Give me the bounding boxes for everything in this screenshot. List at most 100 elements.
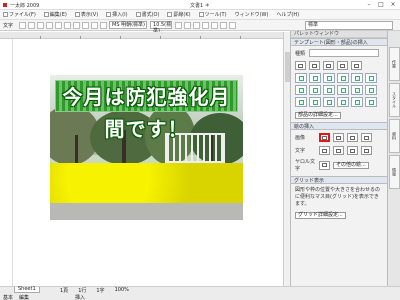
- section-grid[interactable]: グリッド表示: [291, 176, 387, 184]
- template-tab-shape[interactable]: [295, 61, 306, 70]
- template-grid: [291, 71, 387, 109]
- tab-reference[interactable]: 資料: [389, 119, 400, 153]
- menu-format[interactable]: 書式(O): [135, 11, 159, 18]
- template-item[interactable]: [323, 85, 335, 95]
- insert-image-clip-button[interactable]: [347, 133, 358, 142]
- insert-image-frame-button[interactable]: [333, 133, 344, 142]
- horizontal-ruler: [0, 32, 283, 39]
- section-image-insert[interactable]: 絵の挿入: [291, 122, 387, 130]
- template-item[interactable]: [295, 97, 307, 107]
- maximize-icon[interactable]: □: [376, 1, 386, 9]
- insert-image-scan-button[interactable]: [361, 133, 372, 142]
- ruled-line-menu-icon: [167, 12, 173, 17]
- style-select[interactable]: 標準: [305, 21, 393, 30]
- font-size-select[interactable]: 10.5(標準): [150, 21, 173, 34]
- template-tab-frame[interactable]: [309, 61, 320, 70]
- insert-text-frame-button[interactable]: [333, 146, 344, 155]
- template-item[interactable]: [309, 97, 321, 107]
- menu-file[interactable]: ファイル(F): [3, 11, 36, 18]
- toolbar-mode-label: 文字: [3, 22, 14, 29]
- template-item[interactable]: [323, 73, 335, 83]
- mode-edit[interactable]: 編集: [19, 294, 29, 300]
- menu-view[interactable]: 表示(V): [74, 11, 98, 18]
- edit-menu-icon: [43, 12, 49, 17]
- align-center-icon[interactable]: [211, 21, 219, 29]
- copy-icon[interactable]: [64, 21, 72, 29]
- other-image-button[interactable]: その他の絵...: [333, 161, 369, 169]
- part-settings-button[interactable]: 部品の詳細設定...: [295, 112, 341, 119]
- template-tab-line[interactable]: [323, 61, 334, 70]
- insert-text-vertical-button[interactable]: [347, 146, 358, 155]
- category-row: 種類: [291, 46, 387, 60]
- template-item[interactable]: [351, 73, 363, 83]
- image-row-label: 画像: [295, 135, 306, 141]
- insert-text-horizontal-button[interactable]: [361, 146, 372, 155]
- redo-icon[interactable]: [91, 21, 99, 29]
- close-icon[interactable]: ×: [388, 1, 398, 9]
- new-document-icon[interactable]: [19, 21, 27, 29]
- template-item[interactable]: [309, 85, 321, 95]
- menu-window[interactable]: ウィンドウ(W): [235, 11, 269, 18]
- insert-text-art-button[interactable]: [319, 146, 330, 155]
- file-menu-icon: [3, 12, 8, 17]
- save-icon[interactable]: [37, 21, 45, 29]
- undo-icon[interactable]: [82, 21, 90, 29]
- template-item[interactable]: [337, 85, 349, 95]
- align-left-icon[interactable]: [202, 21, 210, 29]
- menu-bar: ファイル(F) 編集(E) 表示(V) 挿入(I) 書式(O) 罫線(K) ツー…: [0, 10, 400, 20]
- photo-trunk: [75, 135, 78, 165]
- template-item[interactable]: [337, 97, 349, 107]
- headline-banner[interactable]: 今月は防犯強化月間です！: [55, 80, 238, 141]
- template-item[interactable]: [309, 73, 321, 83]
- template-item[interactable]: [365, 85, 377, 95]
- mode-basic[interactable]: 基本: [3, 294, 13, 300]
- cut-icon[interactable]: [55, 21, 63, 29]
- text-row: 文字: [291, 145, 387, 156]
- grid-settings-row: グリッド詳細設定...: [291, 211, 387, 220]
- color-icon[interactable]: [229, 21, 237, 29]
- tab-style[interactable]: スタイル: [389, 83, 400, 117]
- grid-settings-button[interactable]: グリッド詳細設定...: [295, 212, 346, 219]
- print-icon[interactable]: [46, 21, 54, 29]
- italic-icon[interactable]: [184, 21, 192, 29]
- template-tab-arrow[interactable]: [337, 61, 348, 70]
- template-item[interactable]: [365, 73, 377, 83]
- font-select[interactable]: MS 明朝(標準): [109, 21, 148, 29]
- open-icon[interactable]: [28, 21, 36, 29]
- template-item[interactable]: [323, 97, 335, 107]
- document-title: 文書1 ＊: [190, 3, 210, 9]
- template-item[interactable]: [295, 85, 307, 95]
- template-tab-callout[interactable]: [351, 61, 362, 70]
- table-icon[interactable]: [100, 21, 108, 29]
- minimize-icon[interactable]: –: [364, 1, 374, 9]
- app-window: 一太郎 2009 文書1 ＊ – □ × ファイル(F) 編集(E) 表示(V)…: [0, 0, 400, 300]
- paste-icon[interactable]: [73, 21, 81, 29]
- bold-icon[interactable]: [175, 21, 183, 29]
- image-row: 画像: [291, 130, 387, 145]
- insert-image-button[interactable]: [319, 133, 330, 142]
- template-item[interactable]: [337, 73, 349, 83]
- roll-text-label: ヤロル文字: [295, 159, 316, 172]
- vertical-scrollbar[interactable]: [283, 32, 290, 286]
- photo-flower-field: [50, 163, 243, 203]
- view-menu-icon: [74, 12, 80, 17]
- insert-roll-text-button[interactable]: [319, 160, 330, 170]
- template-item[interactable]: [351, 97, 363, 107]
- headline-text: 今月は防犯強化月間です！: [62, 85, 231, 141]
- menu-edit[interactable]: 編集(E): [43, 11, 67, 18]
- align-right-icon[interactable]: [220, 21, 228, 29]
- part-settings-row: 部品の詳細設定...: [291, 109, 387, 122]
- menu-insert[interactable]: 挿入(I): [106, 11, 128, 18]
- underline-icon[interactable]: [193, 21, 201, 29]
- menu-tools[interactable]: ツール(T): [198, 11, 227, 18]
- menu-ruled-line[interactable]: 罫線(K): [167, 11, 191, 18]
- menu-help[interactable]: ヘルプ(H): [276, 11, 299, 18]
- template-item[interactable]: [365, 97, 377, 107]
- category-label: 種類: [295, 50, 306, 57]
- template-item[interactable]: [351, 85, 363, 95]
- tab-info[interactable]: 情報: [389, 155, 400, 189]
- category-select[interactable]: [309, 49, 380, 57]
- tab-work[interactable]: 作業: [389, 47, 400, 81]
- section-template[interactable]: テンプレート(図形・部品)の挿入: [291, 38, 387, 46]
- template-item[interactable]: [295, 73, 307, 83]
